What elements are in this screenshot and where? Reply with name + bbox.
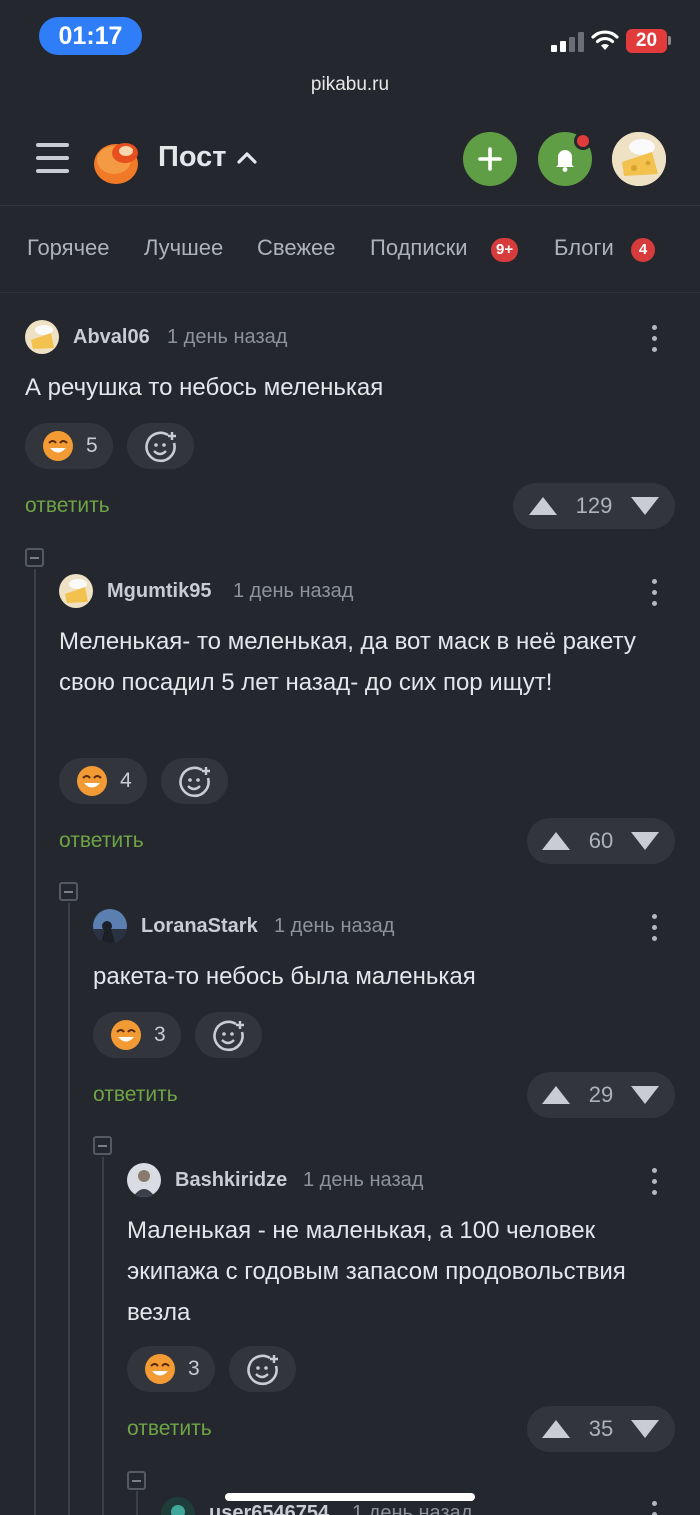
collapse-thread-button[interactable] xyxy=(127,1471,146,1490)
reaction-button[interactable]: 5 xyxy=(25,423,113,469)
smiling-face-icon xyxy=(111,1020,141,1050)
avatar[interactable] xyxy=(127,1163,161,1197)
battery-level: 20 xyxy=(626,29,667,53)
more-options-icon[interactable] xyxy=(651,1501,657,1515)
add-reaction-button[interactable] xyxy=(127,423,194,469)
more-options-icon[interactable] xyxy=(651,1168,657,1196)
blogs-badge: 4 xyxy=(631,238,655,262)
user-avatar[interactable] xyxy=(612,132,666,186)
chevron-up-icon[interactable] xyxy=(236,150,258,164)
comment-author[interactable]: user6546754 xyxy=(209,1502,329,1515)
more-options-icon[interactable] xyxy=(651,914,657,942)
app-header: Пост xyxy=(0,120,700,206)
downvote-icon[interactable] xyxy=(630,495,660,517)
reaction-button[interactable]: 3 xyxy=(127,1346,215,1392)
add-reaction-button[interactable] xyxy=(161,758,228,804)
collapse-thread-button[interactable] xyxy=(59,882,78,901)
comment-author[interactable]: Abval06 xyxy=(73,326,150,349)
feed-tabs: Горячее Лучшее Свежее Подписки 9+ Блоги … xyxy=(0,207,700,293)
browser-url[interactable]: pikabu.ru xyxy=(0,74,700,96)
smiling-face-icon xyxy=(145,1354,175,1384)
avatar[interactable] xyxy=(59,574,93,608)
comment-time: 1 день назад xyxy=(352,1502,473,1515)
smiling-face-icon xyxy=(43,431,73,461)
notification-dot xyxy=(574,132,592,150)
tab-hot[interactable]: Горячее xyxy=(27,235,110,261)
vote-widget: 35 xyxy=(527,1406,675,1452)
downvote-icon[interactable] xyxy=(630,830,660,852)
avatar[interactable] xyxy=(161,1497,195,1515)
collapse-thread-button[interactable] xyxy=(25,548,44,567)
comment-author[interactable]: Bashkiridze xyxy=(175,1169,287,1192)
add-reaction-button[interactable] xyxy=(229,1346,296,1392)
avatar[interactable] xyxy=(25,320,59,354)
home-indicator[interactable] xyxy=(225,1493,475,1501)
tab-fresh[interactable]: Свежее xyxy=(257,235,336,261)
downvote-icon[interactable] xyxy=(630,1084,660,1106)
comment-time: 1 день назад xyxy=(303,1169,424,1191)
plus-icon xyxy=(478,147,502,171)
reaction-count: 5 xyxy=(86,434,98,457)
more-options-icon[interactable] xyxy=(651,579,657,607)
reaction-button[interactable]: 3 xyxy=(93,1012,181,1058)
add-post-button[interactable] xyxy=(463,132,517,186)
reply-link[interactable]: ответить xyxy=(59,829,144,853)
vote-widget: 129 xyxy=(513,483,675,529)
cellular-signal-icon xyxy=(551,32,584,52)
status-time: 01:17 xyxy=(39,17,142,55)
comment-text: ракета-то небось была маленькая xyxy=(93,963,476,990)
reaction-count: 3 xyxy=(154,1023,166,1046)
smiling-face-icon xyxy=(77,766,107,796)
thread-line xyxy=(68,903,70,1515)
more-options-icon[interactable] xyxy=(651,325,657,353)
add-emoji-icon xyxy=(247,1354,278,1386)
avatar[interactable] xyxy=(93,909,127,943)
status-bar: 01:17 20 xyxy=(0,0,700,72)
cheese-avatar-icon xyxy=(612,132,666,186)
reply-link[interactable]: ответить xyxy=(127,1417,212,1441)
comment-text: Маленькая - не маленькая, а 100 человек … xyxy=(127,1217,626,1326)
subscriptions-badge: 9+ xyxy=(491,238,519,262)
tab-subscriptions[interactable]: Подписки xyxy=(370,235,468,261)
comment-time: 1 день назад xyxy=(274,915,395,937)
reaction-count: 3 xyxy=(188,1357,200,1380)
pikabu-logo-icon[interactable] xyxy=(92,136,144,186)
vote-widget: 29 xyxy=(527,1072,675,1118)
reaction-button[interactable]: 4 xyxy=(59,758,147,804)
comment-author[interactable]: LoranaStark xyxy=(141,915,258,938)
battery-tip xyxy=(668,36,671,45)
comment-author[interactable]: Mgumtik95 xyxy=(107,580,211,603)
comment-text: А речушка то небось меленькая xyxy=(25,374,384,401)
reply-link[interactable]: ответить xyxy=(93,1083,178,1107)
vote-widget: 60 xyxy=(527,818,675,864)
thread-line xyxy=(34,569,36,1515)
menu-icon[interactable] xyxy=(36,143,69,173)
add-reaction-button[interactable] xyxy=(195,1012,262,1058)
comment-time: 1 день назад xyxy=(233,580,354,602)
reaction-count: 4 xyxy=(120,769,132,792)
thread-line xyxy=(136,1491,138,1515)
tab-best[interactable]: Лучшее xyxy=(144,235,223,261)
add-emoji-icon xyxy=(179,766,210,798)
reply-link[interactable]: ответить xyxy=(25,494,110,518)
tab-blogs[interactable]: Блоги xyxy=(554,235,614,261)
add-emoji-icon xyxy=(213,1020,244,1052)
comment-time: 1 день назад xyxy=(167,326,288,348)
add-emoji-icon xyxy=(145,431,176,463)
comment-text: Меленькая- то меленькая, да вот маск в н… xyxy=(59,628,636,696)
downvote-icon[interactable] xyxy=(630,1418,660,1440)
thread-line xyxy=(102,1157,104,1515)
collapse-thread-button[interactable] xyxy=(93,1136,112,1155)
page-title[interactable]: Пост xyxy=(158,141,227,174)
wifi-icon xyxy=(591,30,619,50)
